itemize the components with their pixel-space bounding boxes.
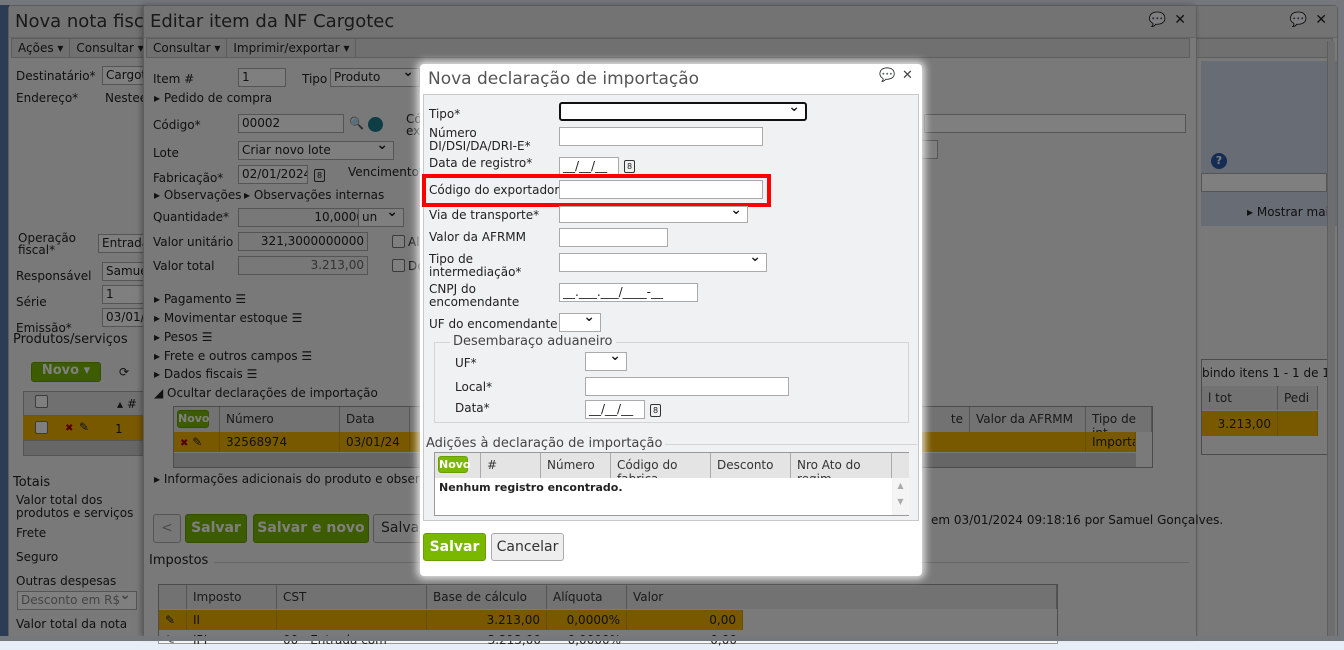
cnpj-label-2: encomendante xyxy=(429,295,520,309)
col-codigo-fabricante[interactable]: Código do fabrica xyxy=(611,453,711,478)
calendar-icon[interactable]: 8 xyxy=(624,160,635,173)
codigo-exportador-label: Código do exportador* xyxy=(429,183,566,197)
intermediacao-label-2: intermediação* xyxy=(429,265,522,279)
intermediacao-select[interactable] xyxy=(559,253,767,272)
scroll-header xyxy=(892,453,909,478)
afrmm-label: Valor da AFRMM xyxy=(429,230,526,244)
numero-label-2: DI/DSI/DA/DRI-E* xyxy=(429,139,531,153)
adicoes-legend: Adições à declaração de importação xyxy=(426,437,666,450)
data-label: Data* xyxy=(455,401,490,415)
data-input[interactable]: __/__/__ xyxy=(585,400,645,419)
salvar-button[interactable]: Salvar xyxy=(423,533,486,561)
novo-adicao-button[interactable]: Novo xyxy=(438,456,471,473)
numero-input[interactable] xyxy=(559,127,763,146)
col-desconto[interactable]: Desconto xyxy=(711,453,791,478)
uf-encomendante-label: UF do encomendante xyxy=(429,317,558,331)
dialog-title: Nova declaração de importação xyxy=(428,69,700,89)
comment-icon[interactable]: 💬 xyxy=(879,68,895,83)
uf-label: UF* xyxy=(455,356,477,370)
codigo-exportador-input[interactable] xyxy=(559,180,763,199)
via-transporte-label: Via de transporte* xyxy=(429,208,540,222)
cnpj-input[interactable]: __.___.___/____-__ xyxy=(559,283,698,302)
col-numero[interactable]: Número xyxy=(541,453,611,478)
cancelar-button[interactable]: Cancelar xyxy=(491,533,564,561)
afrmm-input[interactable] xyxy=(559,228,668,247)
nova-declaracao-dialog: Nova declaração de importação 💬 ✕ Tipo* … xyxy=(420,64,922,576)
calendar-icon[interactable]: 8 xyxy=(650,404,661,417)
local-input[interactable] xyxy=(585,377,789,396)
adicoes-table: Novo # Número Código do fabrica Desconto… xyxy=(434,452,909,516)
data-registro-label: Data de registro* xyxy=(429,156,533,170)
local-label: Local* xyxy=(455,380,493,394)
desembaraco-legend: Desembaraço aduaneiro xyxy=(450,335,616,348)
vertical-scrollbar[interactable]: ▲ ▼ xyxy=(892,478,909,515)
col-nro-ato[interactable]: Nro Ato do regim xyxy=(791,453,892,478)
close-icon[interactable]: ✕ xyxy=(902,68,913,83)
uf-select[interactable] xyxy=(585,352,627,371)
via-transporte-select[interactable] xyxy=(559,206,748,223)
tipo-label: Tipo* xyxy=(429,107,461,121)
novo-col: Novo xyxy=(435,453,481,478)
col-num[interactable]: # xyxy=(481,453,541,478)
empty-message: Nenhum registro encontrado. xyxy=(439,481,623,494)
tipo-select[interactable] xyxy=(559,102,807,121)
uf-encomendante-select[interactable] xyxy=(559,313,601,332)
